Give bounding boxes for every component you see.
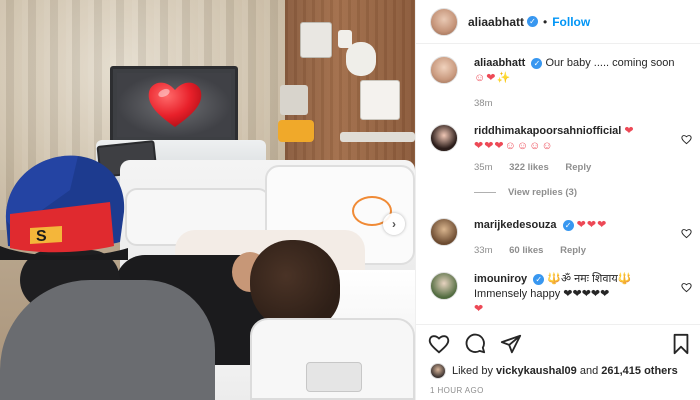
wall-device [300,22,332,58]
yellow-valve [278,120,314,142]
wall-outlet [360,80,400,120]
comment-text-line3: ❤ [474,303,485,315]
verified-badge-icon: ✓ [531,57,543,69]
comment-time: 33m [474,245,493,256]
heart-outline-icon[interactable] [428,333,450,355]
comment-body: marijkedesouza ✓ ❤❤❤ 33m 60 likes Reply [474,218,684,258]
post-header: aliaabhatt ✓ • Follow [416,0,700,44]
caption-avatar[interactable] [430,56,458,84]
comment-body: riddhimakapoorsahniofficial ❤ ❤❤❤☺☺☺☺ 35… [474,124,684,200]
comment-username[interactable]: riddhimakapoorsahniofficial [474,125,621,137]
replies-divider [474,191,496,193]
oxygen-gauge [346,42,376,76]
wall-device [280,85,308,115]
liked-by-prefix: Liked by [452,365,493,377]
comment-likes[interactable]: 60 likes [509,245,543,256]
post-photo[interactable]: S › [0,0,415,400]
next-photo-button[interactable]: › [383,213,405,235]
baseball-cap: S [0,155,128,260]
comment-username[interactable]: marijkedesouza [474,219,557,231]
verified-badge-icon: ✓ [562,219,574,231]
chevron-right-icon: › [392,217,396,231]
commenter-avatar[interactable] [430,272,458,300]
heart-emoji-icon [148,82,202,127]
caption-username[interactable]: aliaabhatt [474,57,525,69]
bed-control-panel [306,362,362,392]
comment-text: ❤❤❤ [576,219,608,231]
caption-text: Our baby ..... coming soon [545,57,675,69]
heart-outline-icon[interactable] [681,282,692,293]
commenter-avatar[interactable] [430,124,458,152]
caption-meta: 38m [474,96,684,111]
comment-username[interactable]: imouniroy [474,273,527,285]
comment-meta: 35m 322 likes Reply [474,160,684,175]
paper-plane-icon[interactable] [500,333,522,355]
bookmark-icon[interactable] [670,333,692,355]
comment-text: 🔱ॐ नमः शिवाय🔱 [547,273,632,285]
comment-inline-emoji: ❤ [624,125,635,137]
verified-badge-icon: ✓ [533,273,545,285]
author-avatar[interactable] [430,7,458,36]
instagram-post: S › aliaabhatt ✓ • Follow aliaabhatt ✓ O… [0,0,700,400]
wall-rail [340,132,415,142]
comment-meta: 33m 60 likes Reply [474,243,684,258]
heart-outline-icon[interactable] [681,228,692,239]
liked-by-count[interactable]: 261,415 others [601,365,677,377]
reply-button[interactable]: Reply [565,162,591,173]
view-replies-label: View replies (3) [508,187,577,198]
caption-emojis: ☺❤✨ [474,72,512,84]
commenter-avatar[interactable] [430,218,458,246]
header-separator: • [543,14,548,29]
comment-body: imouniroy ✓ 🔱ॐ नमः शिवाय🔱 Immensely happ… [474,272,684,317]
post-side-panel: aliaabhatt ✓ • Follow aliaabhatt ✓ Our b… [415,0,700,400]
verified-badge-icon: ✓ [527,16,539,27]
comments-list[interactable]: aliaabhatt ✓ Our baby ..... coming soon … [416,44,700,324]
heart-outline-icon[interactable] [681,134,692,145]
person-hair [250,240,340,330]
comment-likes[interactable]: 322 likes [509,162,549,173]
comment-time: 35m [474,162,493,173]
liked-by-user[interactable]: vickykaushal09 [496,365,577,377]
action-bar [416,324,700,360]
comment-icon[interactable] [464,333,486,355]
comment-text-line2: Immensely happy ❤❤❤❤❤ [474,288,610,300]
follow-button[interactable]: Follow [552,15,590,29]
reply-button[interactable]: Reply [560,245,586,256]
caption-time: 38m [474,98,493,109]
liked-by-line: Liked by vickykaushal09 and 261,415 othe… [430,363,678,379]
liked-by-middle: and [579,365,599,377]
ultrasound-monitor [110,66,238,144]
liked-by-avatar[interactable] [430,363,446,379]
view-replies-button[interactable]: View replies (3) [474,185,684,200]
svg-text:S: S [36,228,47,245]
author-username[interactable]: aliaabhatt [468,15,524,29]
post-timestamp: 1 HOUR AGO [430,386,484,395]
caption-body: aliaabhatt ✓ Our baby ..... coming soon … [474,56,684,111]
comment-text: ❤❤❤☺☺☺☺ [474,140,554,152]
